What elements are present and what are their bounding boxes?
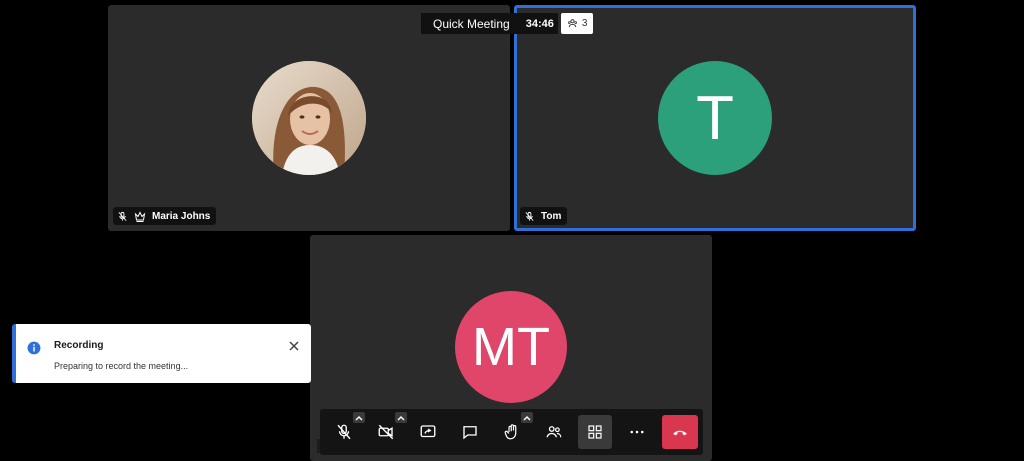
info-icon [27,341,41,355]
camera-off-icon [378,424,394,440]
more-options-button[interactable] [620,415,654,449]
hang-up-button[interactable] [662,415,698,449]
notification-message: Preparing to record the meeting... [54,361,189,371]
moderator-crown-icon [134,210,146,222]
participant-name-tag: Maria Johns [113,207,217,225]
grid-icon [588,425,602,439]
meeting-title: Quick Meeting [421,13,522,34]
participant-photo-avatar [252,61,366,175]
meeting-toolbar [320,409,703,455]
participant-name: Maria Johns [152,210,211,222]
participants-icon [567,19,577,28]
participant-initials-avatar: MT [455,291,567,403]
screen-share-icon [420,425,436,438]
raise-hand-icon [504,424,517,440]
meeting-timer: 34:46 [521,13,558,34]
tile-view-button[interactable] [578,415,612,449]
microphone-button[interactable] [327,415,361,449]
mic-muted-icon [118,211,127,221]
more-icon [630,430,644,434]
participant-count: 3 [581,18,588,29]
chat-icon [463,426,477,440]
screen-share-button[interactable] [411,415,445,449]
participant-name: Tom [541,210,562,222]
avatar-initials: MT [472,317,550,377]
notification-title: Recording [54,340,104,351]
phone-hangup-icon [673,430,687,436]
mic-muted-icon [525,211,534,221]
raise-hand-button[interactable] [495,415,529,449]
participant-tile-maria[interactable]: Maria Johns [108,5,510,231]
meeting-info-bar: Quick Meeting 34:46 3 [421,13,594,34]
chat-button[interactable] [453,415,487,449]
participant-initials-avatar: T [658,61,772,175]
participant-tile-tom[interactable]: T Tom [514,5,916,231]
participant-name-tag: Tom [520,207,568,225]
participants-icon [546,426,562,438]
avatar-initials: T [696,83,734,153]
camera-button[interactable] [369,415,403,449]
recording-notification: Recording Preparing to record the meetin… [12,324,311,383]
close-icon[interactable] [289,341,299,351]
participants-count-button[interactable]: 3 [560,13,594,34]
mic-muted-icon [337,424,351,440]
portrait-image [252,61,366,175]
participants-button[interactable] [537,415,571,449]
